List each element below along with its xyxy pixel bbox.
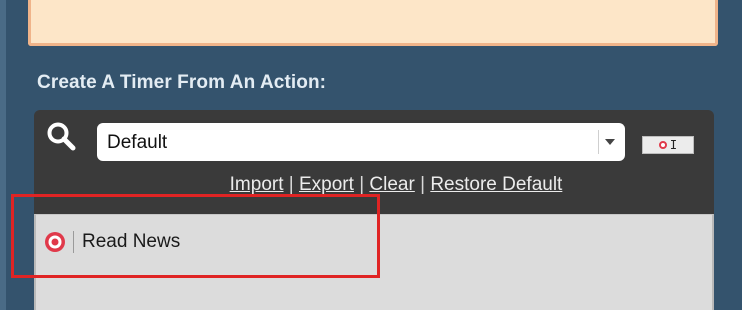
target-icon [45,232,65,252]
link-separator: | [420,174,426,195]
list-item[interactable]: Read News [44,229,180,255]
list-item-label: Read News [82,231,181,252]
import-link[interactable]: Import [230,174,284,195]
clear-link[interactable]: Clear [369,174,414,195]
action-select[interactable]: Default [97,123,625,161]
export-link[interactable]: Export [299,174,354,195]
chevron-down-icon[interactable] [598,130,621,154]
action-links: Import | Export | Clear | Restore Defaul… [34,174,714,196]
window-left-edge [0,0,6,310]
restore-default-link[interactable]: Restore Default [430,174,562,195]
section-heading: Create A Timer From An Action: [37,72,327,93]
text-cursor-icon: I [669,138,678,152]
action-select-value: Default [107,132,168,153]
link-separator: | [359,174,365,195]
notes-panel [28,0,718,46]
target-icon [658,141,667,149]
action-toolbar: Default I Import | Export | Clear | Rest… [34,110,714,214]
item-divider [73,231,74,253]
action-list: Read News [34,214,714,310]
timer-toggle-button[interactable]: I [642,136,694,154]
link-separator: | [288,174,294,195]
search-icon[interactable] [46,121,76,151]
